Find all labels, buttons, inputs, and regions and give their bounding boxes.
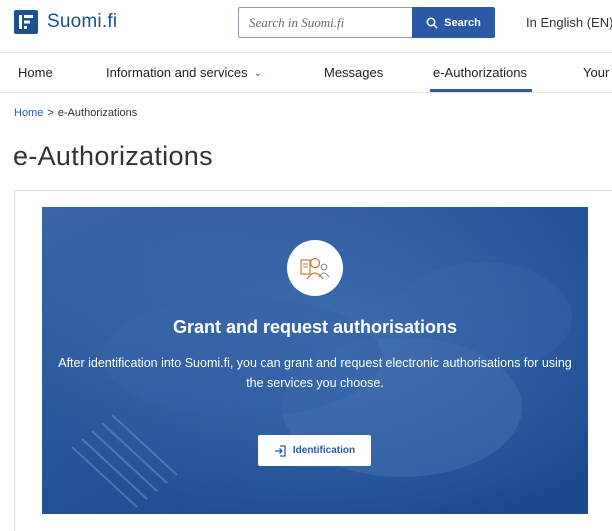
suomi-logo-icon [14, 10, 38, 34]
page-title: e-Authorizations [13, 141, 213, 171]
search-button[interactable]: Search [412, 7, 495, 38]
site-logo[interactable]: Suomi.fi [14, 10, 117, 34]
hero-description: After identification into Suomi.fi, you … [58, 356, 572, 390]
identification-button[interactable]: Identification [258, 435, 371, 466]
nav-item-label: Information and services [106, 65, 248, 80]
identification-button-label: Identification [292, 445, 356, 456]
person-documents-icon [287, 240, 343, 296]
search-input[interactable] [238, 7, 412, 38]
nav-item-e-authorizations[interactable]: e-Authorizations [430, 65, 532, 92]
language-selector[interactable]: In English (EN) [526, 15, 612, 30]
logo-text: Suomi.fi [47, 11, 118, 32]
nav-item-information-and-services[interactable]: Information and services ⌄ [106, 65, 262, 80]
site-header: Suomi.fi Search In English (EN) [0, 0, 612, 50]
breadcrumb: Home > e-Authorizations [14, 107, 137, 119]
chevron-down-icon: ⌄ [253, 68, 263, 79]
hero-title: Grant and request authorisations [172, 317, 458, 337]
breadcrumb-home-link[interactable]: Home [14, 107, 43, 119]
search-button-label: Search [444, 16, 481, 29]
breadcrumb-separator: > [47, 107, 54, 119]
breadcrumb-current: e-Authorizations [57, 107, 138, 119]
nav-item-messages[interactable]: Messages [324, 65, 383, 80]
sign-in-icon [274, 444, 286, 457]
nav-item-your[interactable]: Your [583, 65, 609, 80]
nav-item-home[interactable]: Home [18, 65, 53, 80]
main-nav: Home Information and services ⌄ Messages … [0, 52, 612, 93]
search-icon [426, 17, 438, 29]
hero-banner: Grant and request authorisations After i… [42, 207, 588, 514]
